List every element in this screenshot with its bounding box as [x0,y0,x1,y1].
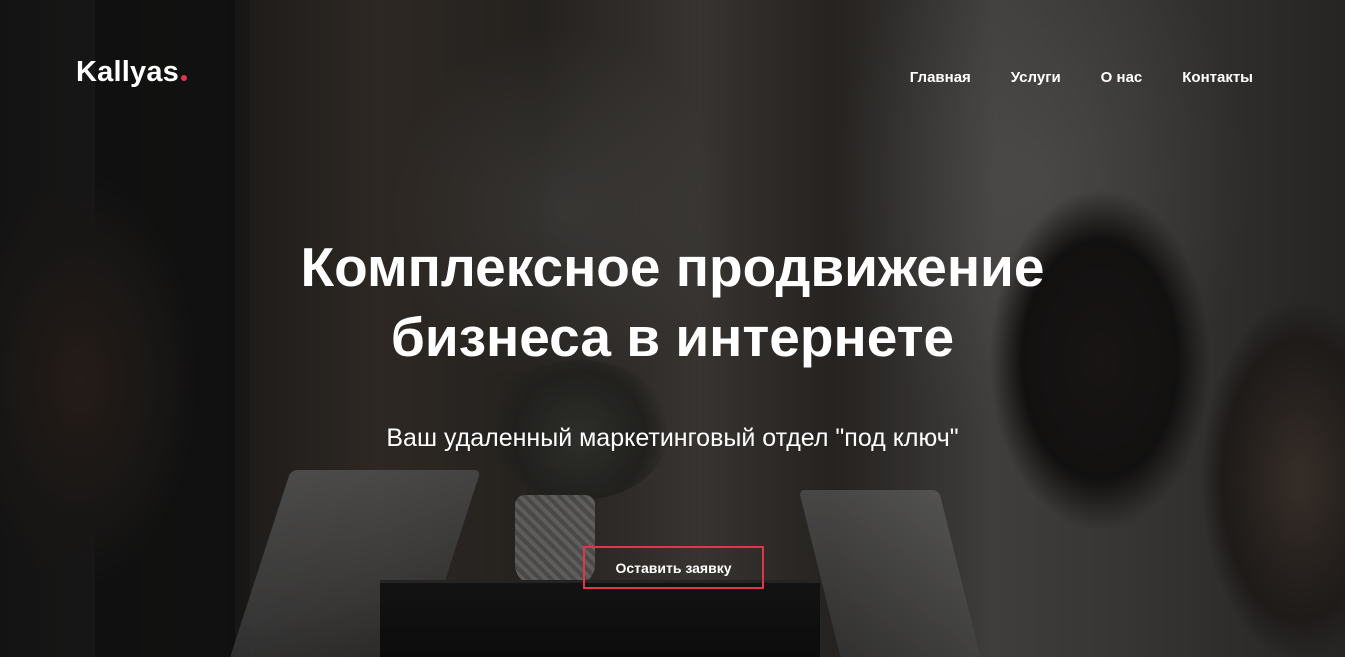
nav-item-about[interactable]: О нас [1101,69,1143,86]
hero-title-line-1: Комплексное продвижение [300,236,1045,298]
site-logo[interactable]: Kallyas [76,56,187,89]
logo-dot-icon [180,75,187,81]
site-header: Kallyas Главная Услуги О нас Контакты [0,0,1345,150]
nav-item-home[interactable]: Главная [910,69,971,86]
logo-text: Kallyas [76,56,179,88]
hero-title-line-2: бизнеса в интернете [390,306,955,368]
hero-title: Комплексное продвижение бизнеса в интерн… [0,232,1345,372]
main-nav: Главная Услуги О нас Контакты [910,69,1253,86]
nav-item-services[interactable]: Услуги [1011,69,1061,86]
nav-item-contacts[interactable]: Контакты [1182,69,1253,86]
submit-request-button[interactable]: Оставить заявку [583,546,764,589]
hero-section: Комплексное продвижение бизнеса в интерн… [0,232,1345,453]
hero-subtitle: Ваш удаленный маркетинговый отдел "под к… [386,424,959,452]
